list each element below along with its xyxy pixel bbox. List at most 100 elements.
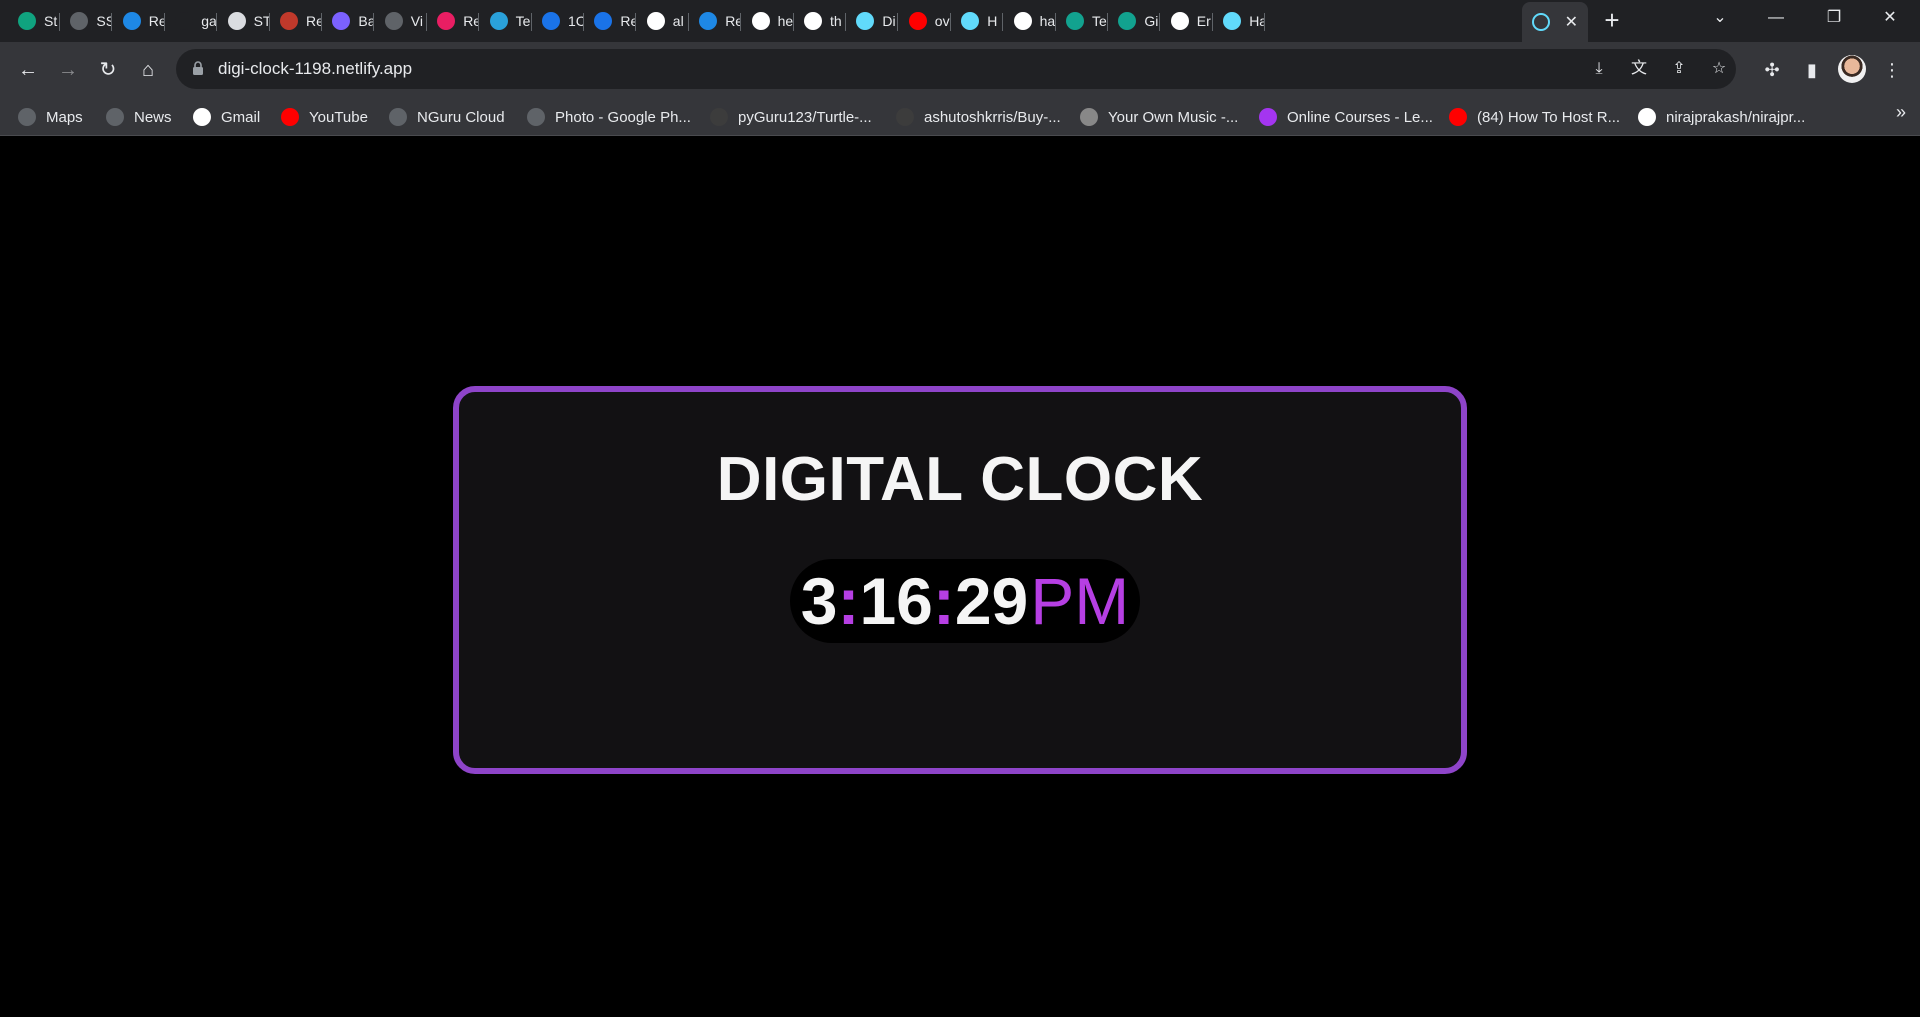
bookmark-item[interactable]: News xyxy=(106,102,172,132)
bookmark-item[interactable]: Maps xyxy=(18,102,83,132)
tab-title: Te xyxy=(515,13,531,29)
mui-icon xyxy=(122,12,141,30)
tab-title: 1C xyxy=(568,13,584,29)
github-icon xyxy=(896,108,914,126)
window-close-button[interactable]: ✕ xyxy=(1862,0,1918,36)
clock-separator: : xyxy=(932,564,955,638)
react-icon xyxy=(1532,13,1550,31)
star-icon[interactable]: ☆ xyxy=(1708,59,1730,79)
browser-tab[interactable]: ov xyxy=(899,4,951,38)
tab-title: Gi xyxy=(1144,13,1159,29)
side-panel-icon[interactable]: ▮ xyxy=(1798,56,1826,84)
tab-title: St xyxy=(44,13,58,29)
globe-icon xyxy=(384,12,403,30)
tab-title: Te xyxy=(1092,13,1107,29)
browser-tab[interactable]: Re xyxy=(113,4,165,38)
bookmark-item[interactable]: ashutoshkrris/Buy-... xyxy=(896,102,1061,132)
bookmark-item[interactable]: Photo - Google Ph... xyxy=(527,102,691,132)
browser-tab[interactable]: ST xyxy=(218,4,270,38)
browser-tab[interactable]: Te xyxy=(480,4,532,38)
browser-tab[interactable]: Ba xyxy=(322,4,375,38)
bookmark-item[interactable]: Online Courses - Le... xyxy=(1259,102,1433,132)
browser-tab[interactable]: Re xyxy=(427,4,480,38)
close-tab-icon[interactable]: ✕ xyxy=(1565,12,1578,32)
minimize-button[interactable]: — xyxy=(1748,0,1804,36)
browser-tab[interactable]: SS xyxy=(60,4,113,38)
bookmark-label: pyGuru123/Turtle-... xyxy=(738,108,872,126)
browser-tab[interactable]: St xyxy=(8,4,60,38)
diamond-icon xyxy=(1066,12,1084,30)
browser-tab[interactable]: Di xyxy=(846,4,899,38)
browser-tab[interactable]: Gi xyxy=(1108,4,1161,38)
browser-tab[interactable]: he xyxy=(742,4,794,38)
globe-icon xyxy=(389,108,407,126)
google-icon xyxy=(646,12,665,30)
back-button[interactable]: ← xyxy=(12,54,44,86)
bookmark-item[interactable]: YouTube xyxy=(281,102,368,132)
browser-toolbar: ← → ↻ ⌂ digi-clock-1198.netlify.app ⤓ 文 … xyxy=(0,42,1920,98)
tab-search-button[interactable]: ⌄ xyxy=(1692,0,1748,36)
tab-title: Ba xyxy=(358,13,375,29)
browser-tab[interactable]: Er xyxy=(1161,4,1213,38)
browser-tab[interactable]: Re xyxy=(270,4,322,38)
restore-button[interactable]: ❐ xyxy=(1806,0,1862,36)
google-icon xyxy=(193,108,211,126)
menu-icon[interactable]: ⋮ xyxy=(1878,56,1906,84)
tab-title: ga xyxy=(201,13,217,29)
lock-icon[interactable] xyxy=(192,61,204,76)
tab-title: Re xyxy=(463,13,480,29)
youtube-icon xyxy=(1449,108,1467,126)
tab-title: ov xyxy=(934,13,950,29)
bookmark-item[interactable]: Your Own Music -... xyxy=(1080,102,1238,132)
home-button[interactable]: ⌂ xyxy=(132,54,164,86)
codeium-icon xyxy=(594,12,613,30)
globe-icon xyxy=(106,108,124,126)
browser-tab[interactable]: Re xyxy=(689,4,742,38)
bookmarks-overflow-button[interactable]: » xyxy=(1896,102,1906,123)
bookmark-item[interactable]: (84) How To Host R... xyxy=(1449,102,1620,132)
browser-tab[interactable]: 1C xyxy=(532,4,584,38)
browser-tab[interactable]: Vi xyxy=(375,4,427,38)
install-icon[interactable]: ⤓ xyxy=(1588,59,1610,79)
url-text[interactable]: digi-clock-1198.netlify.app xyxy=(218,49,412,89)
active-browser-tab[interactable]: ✕ xyxy=(1522,2,1588,42)
bookmark-item[interactable]: nirajprakash/nirajpr... xyxy=(1638,102,1805,132)
tab-title: al xyxy=(672,13,684,29)
openai-icon xyxy=(18,12,36,30)
google-icon xyxy=(1170,12,1189,30)
time-display: 3:16:29PM xyxy=(790,559,1140,643)
bookmark-item[interactable]: pyGuru123/Turtle-... xyxy=(710,102,872,132)
browser-tab[interactable]: Re xyxy=(584,4,637,38)
clock-minutes: 16 xyxy=(859,564,933,638)
browser-tab[interactable]: ga xyxy=(165,4,218,38)
bookmarks-bar: » Maps News Gmail YouTube NGuru Cloud Photo -… xyxy=(0,98,1920,136)
bookmark-label: (84) How To Host R... xyxy=(1477,108,1621,126)
profile-avatar[interactable] xyxy=(1838,55,1866,83)
reload-button[interactable]: ↻ xyxy=(92,54,124,86)
address-bar[interactable]: digi-clock-1198.netlify.app ⤓ 文 ⇪ ☆ xyxy=(176,49,1736,89)
browser-tab[interactable]: H xyxy=(951,4,1004,38)
mui-icon xyxy=(699,12,718,30)
bookmark-item[interactable]: NGuru Cloud xyxy=(389,102,505,132)
bookmark-label: YouTube xyxy=(309,108,368,126)
clock-hours: 3 xyxy=(800,564,838,638)
bookmark-label: Gmail xyxy=(221,108,261,126)
telegram-icon xyxy=(489,12,508,30)
browser-tab[interactable]: th xyxy=(794,4,846,38)
bookmark-label: Photo - Google Ph... xyxy=(555,108,691,126)
seal-icon xyxy=(280,12,298,30)
new-tab-button[interactable]: + xyxy=(1598,6,1626,34)
tab-title: Re xyxy=(725,13,742,29)
browser-tab[interactable]: Te xyxy=(1056,4,1108,38)
translate-icon[interactable]: 文 xyxy=(1628,59,1650,79)
bookmark-item[interactable]: Gmail xyxy=(193,102,260,132)
forward-button[interactable]: → xyxy=(52,54,84,86)
browser-tab[interactable]: ha xyxy=(1004,4,1056,38)
tab-title: Re xyxy=(620,13,637,29)
extensions-icon[interactable]: ✣ xyxy=(1758,56,1786,84)
tab-title: th xyxy=(830,13,842,29)
share-icon[interactable]: ⇪ xyxy=(1668,59,1690,79)
browser-tab[interactable]: al xyxy=(637,4,689,38)
browser-tab[interactable]: Ha xyxy=(1213,4,1266,38)
tab-title: SS xyxy=(96,13,113,29)
